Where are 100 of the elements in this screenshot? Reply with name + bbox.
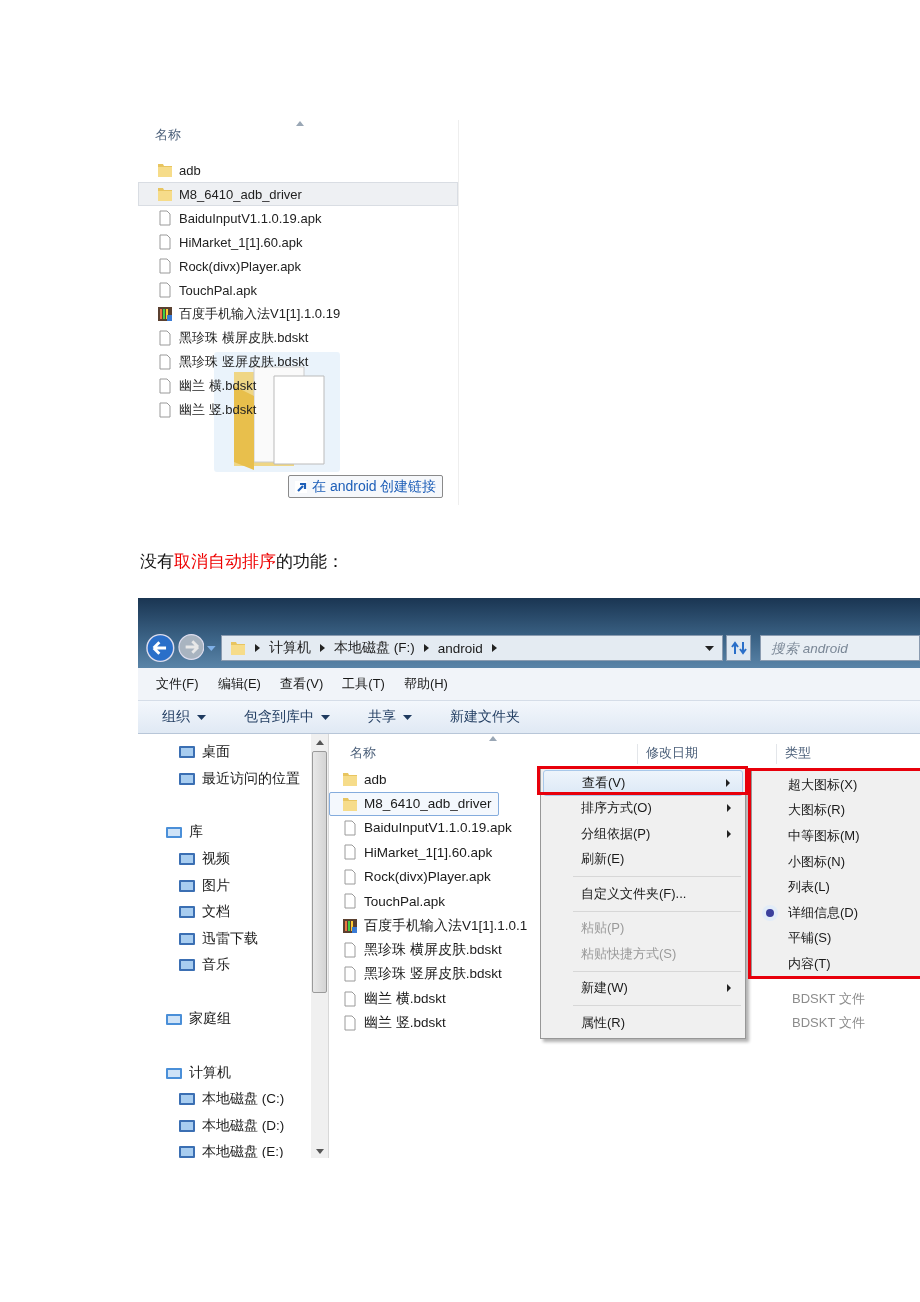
file-icon bbox=[157, 402, 173, 418]
caret-icon bbox=[321, 714, 330, 720]
file-icon bbox=[342, 1015, 358, 1032]
file-row[interactable]: Rock(divx)Player.apk bbox=[329, 864, 498, 889]
file-row[interactable]: TouchPal.apk bbox=[329, 889, 453, 914]
chevron-icon[interactable] bbox=[254, 644, 260, 652]
item-icon bbox=[178, 930, 196, 947]
menu-item[interactable]: 超大图标(X) bbox=[752, 772, 920, 798]
caret-icon bbox=[197, 714, 206, 720]
file-row[interactable]: 幽兰 竖.bdskt bbox=[329, 1011, 453, 1036]
address-bar[interactable]: 计算机 本地磁盘 (F:) android bbox=[220, 635, 724, 661]
table-cell: BDSKT 文件 bbox=[792, 989, 865, 1008]
folder-icon bbox=[229, 640, 246, 656]
file-row[interactable]: HiMarket_1[1].60.apk bbox=[329, 840, 500, 865]
submenu-arrow-icon bbox=[726, 778, 730, 787]
refresh-icon bbox=[730, 641, 747, 655]
column-header[interactable]: 名称 bbox=[342, 744, 376, 764]
chevron-icon[interactable] bbox=[423, 644, 429, 652]
group-icon bbox=[165, 1011, 183, 1028]
file-row[interactable]: HiMarket_1[1].60.apk bbox=[138, 230, 458, 254]
menu-item[interactable]: 自定义文件夹(F)... bbox=[543, 881, 743, 907]
column-header[interactable]: 类型 bbox=[776, 744, 811, 764]
file-row[interactable]: 百度手机输入法V1[1].1.0.19 bbox=[138, 302, 458, 326]
scroll-up-icon[interactable] bbox=[315, 740, 324, 745]
scroll-down-icon[interactable] bbox=[315, 1149, 324, 1154]
file-icon bbox=[342, 868, 358, 885]
submenu-arrow-icon bbox=[727, 829, 731, 838]
file-icon bbox=[157, 282, 173, 298]
nav-item[interactable]: 迅雷下载 bbox=[138, 925, 311, 953]
toolbar-button[interactable]: 包含到库中 bbox=[240, 706, 334, 728]
nav-item[interactable]: 桌面 bbox=[138, 739, 311, 766]
file-row[interactable]: adb bbox=[138, 158, 458, 182]
submenu-arrow-icon bbox=[727, 984, 731, 993]
file-icon bbox=[157, 330, 173, 346]
back-button[interactable] bbox=[146, 633, 175, 663]
menu-item[interactable]: 大图标(R) bbox=[752, 797, 920, 824]
file-row[interactable]: Rock(divx)Player.apk bbox=[138, 254, 458, 278]
file-row[interactable]: 黑珍珠 横屏皮肤.bdskt bbox=[138, 326, 458, 350]
menu-item[interactable]: 文件(F) bbox=[156, 675, 199, 693]
toolbar-button[interactable]: 组织 bbox=[158, 706, 210, 728]
column-header[interactable]: 修改日期 bbox=[637, 744, 698, 764]
menu-item[interactable]: 详细信息(D) bbox=[752, 899, 920, 926]
nav-item[interactable]: 本地磁盘 (D:) bbox=[138, 1112, 311, 1140]
menu-item[interactable]: 列表(L) bbox=[752, 874, 920, 900]
column-header[interactable]: 名称 bbox=[155, 126, 181, 144]
menu-item[interactable]: 排序方式(O) bbox=[543, 795, 743, 821]
nav-item[interactable]: 本地磁盘 (C:) bbox=[138, 1085, 311, 1113]
menu-item[interactable]: 属性(R) bbox=[543, 1010, 743, 1036]
file-row[interactable]: BaiduInputV1.1.0.19.apk bbox=[329, 815, 519, 840]
file-row[interactable]: TouchPal.apk bbox=[138, 278, 458, 302]
menu-item[interactable]: 新建(W) bbox=[543, 975, 743, 1001]
file-icon bbox=[157, 258, 173, 274]
search-field[interactable]: 搜索 android bbox=[760, 635, 920, 661]
nav-item[interactable]: 文档 bbox=[138, 898, 311, 926]
menu-item[interactable]: 平铺(S) bbox=[752, 925, 920, 952]
menu-item[interactable]: 中等图标(M) bbox=[752, 823, 920, 849]
menu-item[interactable]: 小图标(N) bbox=[752, 848, 920, 875]
file-row[interactable]: BaiduInputV1.1.0.19.apk bbox=[138, 206, 458, 230]
menu-item[interactable]: 分组依据(P) bbox=[543, 821, 743, 847]
menu-item[interactable]: 刷新(E) bbox=[543, 846, 743, 872]
file-row[interactable]: M8_6410_adb_driver bbox=[138, 182, 458, 206]
toolbar-button[interactable]: 共享 bbox=[364, 706, 416, 728]
file-row[interactable]: 百度手机输入法V1[1].1.0.1 bbox=[329, 913, 535, 938]
nav-item[interactable]: 视频 bbox=[138, 845, 311, 873]
nav-item[interactable]: 库 bbox=[138, 819, 311, 846]
nav-item[interactable]: 音乐 bbox=[138, 952, 311, 979]
file-row[interactable]: 黑珍珠 竖屏皮肤.bdskt bbox=[138, 350, 458, 374]
menu-item[interactable]: 内容(T) bbox=[752, 951, 920, 977]
nav-item[interactable]: 计算机 bbox=[138, 1059, 311, 1086]
group-icon bbox=[165, 824, 183, 841]
nav-item[interactable]: 图片 bbox=[138, 872, 311, 899]
nav-item[interactable]: 最近访问的位置 bbox=[138, 765, 311, 793]
file-icon bbox=[342, 893, 358, 910]
breadcrumb[interactable]: 计算机 bbox=[268, 639, 311, 657]
folder-icon bbox=[157, 162, 173, 178]
nav-item[interactable]: 家庭组 bbox=[138, 1005, 311, 1033]
file-row[interactable]: adb bbox=[329, 767, 394, 792]
sort-caret-icon bbox=[489, 736, 497, 741]
breadcrumb[interactable]: 本地磁盘 (F:) bbox=[333, 639, 415, 657]
item-icon bbox=[178, 877, 196, 894]
item-icon bbox=[178, 904, 196, 921]
chevron-icon[interactable] bbox=[491, 644, 497, 652]
dropdown-icon[interactable] bbox=[705, 645, 715, 651]
scroll-thumb[interactable] bbox=[312, 751, 327, 993]
breadcrumb[interactable]: android bbox=[437, 640, 483, 656]
item-icon bbox=[178, 1144, 196, 1158]
menu-item[interactable]: 工具(T) bbox=[342, 675, 385, 693]
file-row[interactable]: 黑珍珠 竖屏皮肤.bdskt bbox=[329, 962, 509, 987]
file-row[interactable]: 幽兰 横.bdskt bbox=[329, 986, 453, 1011]
chevron-icon[interactable] bbox=[319, 644, 325, 652]
menu-item[interactable]: 编辑(E) bbox=[217, 675, 261, 693]
tooltip-text: 在 android 创建链接 bbox=[312, 477, 437, 496]
file-row[interactable]: 黑珍珠 横屏皮肤.bdskt bbox=[329, 937, 509, 962]
forward-button[interactable] bbox=[177, 633, 205, 661]
refresh-button[interactable] bbox=[726, 635, 751, 661]
file-row[interactable]: M8_6410_adb_driver bbox=[329, 791, 499, 816]
menu-item[interactable]: 帮助(H) bbox=[403, 675, 448, 693]
menu-item[interactable]: 查看(V) bbox=[279, 675, 324, 693]
scrollbar[interactable] bbox=[311, 734, 328, 1158]
toolbar-button[interactable]: 新建文件夹 bbox=[446, 706, 524, 728]
